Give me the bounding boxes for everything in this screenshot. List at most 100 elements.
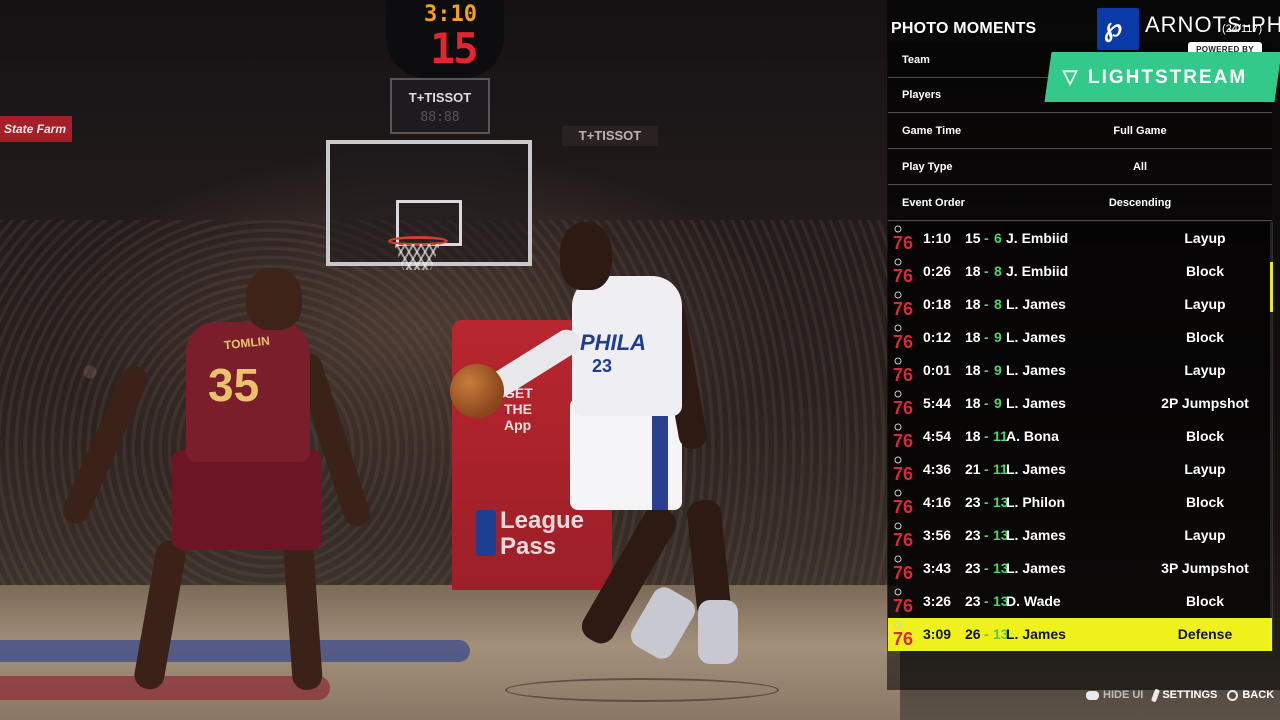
filter-play-type[interactable]: Play Type All bbox=[888, 150, 1272, 185]
team-logo-text: 76 bbox=[893, 431, 913, 451]
event-row[interactable]: 76 3:43 23-13 L. James 3P Jumpshot bbox=[888, 552, 1272, 585]
filter-event-order[interactable]: Event Order Descending bbox=[888, 186, 1272, 221]
event-row[interactable]: 76 3:26 23-13 D. Wade Block bbox=[888, 585, 1272, 618]
sixers-logo-icon: 76 bbox=[893, 390, 913, 418]
dribbler-jersey-number: 23 bbox=[592, 356, 613, 376]
back-label: BACK bbox=[1242, 689, 1275, 701]
event-time: 3:09 bbox=[923, 626, 952, 642]
event-score-home: 23 bbox=[965, 560, 981, 576]
playstation-logo-glyph: ℘ bbox=[1104, 12, 1123, 42]
event-player: L. James bbox=[1006, 527, 1066, 543]
event-time: 4:16 bbox=[923, 494, 952, 510]
event-time: 3:56 bbox=[923, 527, 952, 543]
event-score-separator: - bbox=[984, 296, 989, 312]
settings-hint[interactable]: SETTINGS bbox=[1151, 688, 1218, 702]
filter-value: Full Game bbox=[1113, 125, 1167, 137]
event-score-home: 23 bbox=[965, 593, 981, 609]
event-list-scrollbar[interactable] bbox=[1270, 222, 1273, 651]
event-score-separator: - bbox=[984, 626, 989, 642]
sponsor-sign-hoop: T+TISSOT 88:88 bbox=[390, 78, 490, 134]
event-score-separator: - bbox=[984, 461, 989, 477]
event-score-separator: - bbox=[984, 362, 989, 378]
event-play-type: Layup bbox=[1184, 230, 1226, 246]
filter-value: Descending bbox=[1108, 197, 1172, 209]
event-score-home: 23 bbox=[965, 494, 981, 510]
sixers-logo-icon: 76 bbox=[893, 522, 913, 550]
event-score-separator: - bbox=[984, 494, 989, 510]
event-row[interactable]: 76 4:16 23-13 L. Philon Block bbox=[888, 486, 1272, 519]
team-logo-text: 76 bbox=[893, 563, 913, 583]
event-play-type: Block bbox=[1185, 329, 1225, 345]
event-player: J. Embiid bbox=[1006, 263, 1069, 279]
team-logo-text: 76 bbox=[893, 596, 913, 616]
event-score-away: 8 bbox=[994, 296, 1002, 312]
event-player: L. James bbox=[1006, 560, 1066, 576]
event-row[interactable]: 76 4:36 21-11 L. James Layup bbox=[888, 453, 1272, 486]
team-logo-text: 76 bbox=[893, 464, 913, 484]
event-play-type: Block bbox=[1185, 263, 1225, 279]
lightstream-label: LIGHTSTREAM bbox=[1088, 67, 1248, 88]
event-play-type: Layup bbox=[1184, 362, 1226, 378]
team-logo-text: 76 bbox=[893, 398, 913, 418]
filter-label: Players bbox=[902, 89, 942, 101]
event-play-type: Block bbox=[1185, 494, 1225, 510]
league-pass-sign: League Pass bbox=[500, 507, 585, 560]
event-player: L. James bbox=[1006, 362, 1066, 378]
filter-game-time[interactable]: Game Time Full Game bbox=[888, 114, 1272, 149]
shot-clock: 15 bbox=[430, 24, 479, 73]
team-logo-text: 76 bbox=[893, 530, 913, 550]
event-score-home: 18 bbox=[965, 296, 981, 312]
nba-logo-icon bbox=[476, 510, 496, 556]
event-row[interactable]: 76 0:01 18-9 L. James Layup bbox=[888, 354, 1272, 387]
event-score-separator: - bbox=[984, 428, 989, 444]
sixers-logo-icon: 76 bbox=[893, 621, 913, 649]
event-player: L. Philon bbox=[1006, 494, 1066, 510]
scrollbar-thumb[interactable] bbox=[1270, 262, 1273, 312]
event-time: 3:43 bbox=[923, 560, 952, 576]
event-row[interactable]: 76 4:54 18-11 A. Bona Block bbox=[888, 420, 1272, 453]
court-stripe-red bbox=[0, 676, 330, 700]
filter-value: All bbox=[1132, 161, 1148, 173]
event-score-away: 9 bbox=[994, 395, 1002, 411]
sponsor-sign-hoop-label: T+TISSOT bbox=[408, 90, 472, 105]
event-time: 4:54 bbox=[923, 428, 952, 444]
touchpad-button-icon bbox=[1086, 690, 1099, 700]
event-score-home: 18 bbox=[965, 263, 981, 279]
team-logo-text: 76 bbox=[893, 332, 913, 352]
event-score-separator: - bbox=[984, 263, 989, 279]
event-play-type: Layup bbox=[1184, 461, 1226, 477]
event-row[interactable]: 76 0:26 18-8 J. Embiid Block bbox=[888, 255, 1272, 288]
event-row[interactable]: 76 3:09 26-13 L. James Defense bbox=[888, 618, 1272, 651]
event-score-home: 23 bbox=[965, 527, 981, 543]
event-player: L. James bbox=[1006, 329, 1066, 345]
sixers-logo-icon: 76 bbox=[893, 423, 913, 451]
dribbler-shoe-right bbox=[698, 600, 738, 664]
event-score-separator: - bbox=[984, 593, 989, 609]
event-score-away: 6 bbox=[994, 230, 1002, 246]
event-row[interactable]: 76 1:10 15-6 J. Embiid Layup bbox=[888, 222, 1272, 255]
back-hint[interactable]: BACK bbox=[1227, 689, 1274, 701]
sixers-logo-icon: 76 bbox=[893, 324, 913, 352]
event-row[interactable]: 76 0:18 18-8 L. James Layup bbox=[888, 288, 1272, 321]
center-court-logo bbox=[505, 678, 779, 702]
event-row[interactable]: 76 3:56 23-13 L. James Layup bbox=[888, 519, 1272, 552]
sixers-logo-icon: 76 bbox=[893, 291, 913, 319]
event-row[interactable]: 76 0:12 18-9 L. James Block bbox=[888, 321, 1272, 354]
event-row[interactable]: 76 5:44 18-9 L. James 2P Jumpshot bbox=[888, 387, 1272, 420]
event-play-type: Block bbox=[1185, 428, 1225, 444]
event-player: L. James bbox=[1006, 296, 1066, 312]
team-logo-text: 76 bbox=[893, 233, 913, 253]
event-time: 4:36 bbox=[923, 461, 952, 477]
event-time: 3:26 bbox=[923, 593, 952, 609]
sponsor-sign-wall: T+TISSOT bbox=[562, 126, 658, 146]
event-play-type: Layup bbox=[1184, 527, 1226, 543]
sixers-logo-icon: 76 bbox=[893, 258, 913, 286]
defender-head bbox=[246, 268, 302, 330]
event-play-type: Layup bbox=[1184, 296, 1226, 312]
settings-label: SETTINGS bbox=[1162, 689, 1218, 701]
event-play-type: 3P Jumpshot bbox=[1161, 560, 1249, 576]
hide-ui-hint[interactable]: HIDE UI bbox=[1086, 689, 1143, 701]
lightstream-logo: ▽ LIGHTSTREAM bbox=[1060, 62, 1270, 94]
panel-title: PHOTO MOMENTS bbox=[891, 20, 1037, 37]
event-score-separator: - bbox=[984, 560, 989, 576]
